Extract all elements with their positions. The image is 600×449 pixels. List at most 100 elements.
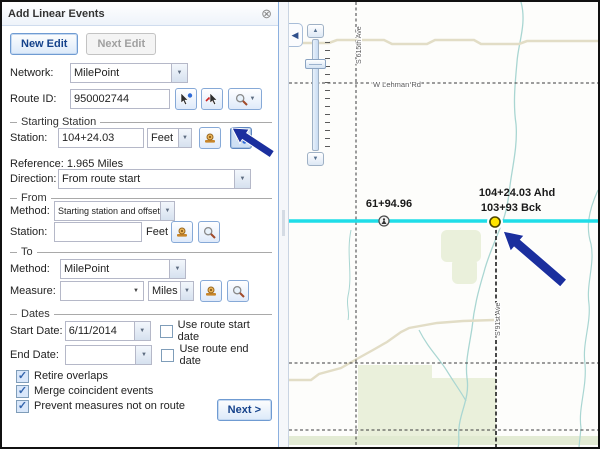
zoom-in-button[interactable]: ▲	[307, 24, 324, 38]
add-linear-events-panel: Add Linear Events ⊗ New Edit Next Edit N…	[2, 2, 279, 447]
start-date-row: Start Date: 6/11/2014 ▼ Use route start …	[10, 320, 272, 342]
section-title: Dates	[17, 308, 54, 320]
clear-route-selection-button[interactable]	[201, 88, 223, 110]
start-date-value: 6/11/2014	[66, 322, 134, 340]
from-search-button[interactable]	[198, 221, 220, 243]
panel-title: Add Linear Events	[8, 8, 261, 20]
select-route-on-map-button[interactable]	[175, 88, 197, 110]
zoom-slider: ▲ ▼	[305, 24, 333, 166]
zoom-out-button[interactable]: ▼	[307, 152, 324, 166]
use-route-end-date-label: Use route end date	[179, 343, 272, 367]
network-label: Network:	[10, 67, 70, 79]
panel-body: New Edit Next Edit Network: MilePoint ▼ …	[2, 27, 278, 447]
station-label-103-bck: 103+93 Bck	[481, 202, 542, 214]
vegetation-area-large	[358, 365, 496, 440]
measure-search-button[interactable]	[227, 280, 249, 302]
chevron-down-icon[interactable]: ▼	[180, 282, 193, 300]
select-station-on-map-button[interactable]	[230, 127, 252, 149]
direction-combobox[interactable]: From route start ▼	[58, 169, 251, 189]
panel-header[interactable]: Add Linear Events ⊗	[2, 2, 278, 26]
station-label-61: 61+94.96	[366, 198, 412, 210]
station-units-combobox[interactable]: Feet ▼	[147, 128, 192, 148]
chevron-down-icon: ▼	[250, 96, 256, 102]
measure-value	[61, 282, 143, 300]
measure-row: Measure: ▼ Miles ▼	[10, 280, 272, 302]
map-graphics: W Lehman Rd S 615th Ave S 91st Ave 61+94…	[289, 2, 598, 447]
station-tool-icon	[175, 225, 189, 239]
vegetation-area-mid	[441, 230, 481, 262]
cursor-clear-icon	[205, 92, 219, 106]
chevron-down-icon[interactable]: ▼	[178, 129, 191, 147]
next-edit-button[interactable]: Next Edit	[86, 33, 156, 55]
chevron-down-icon[interactable]: ▼	[160, 202, 174, 220]
measure-units-combobox[interactable]: Miles ▼	[148, 281, 194, 301]
vegetation-area-small	[452, 258, 477, 284]
station-label-104-ahd: 104+24.03 Ahd	[479, 187, 555, 199]
chevron-down-icon[interactable]: ▼	[169, 260, 185, 278]
zoom-slider-handle[interactable]	[305, 59, 326, 69]
from-locate-button[interactable]	[171, 221, 193, 243]
route-id-row: Route ID:	[10, 88, 272, 110]
from-method-combobox[interactable]: Starting station and offset ▼	[54, 201, 175, 221]
stream-left-small	[347, 230, 351, 320]
route-id-input[interactable]	[70, 89, 170, 109]
chevron-down-icon[interactable]: ▼	[134, 322, 150, 340]
chevron-down-icon[interactable]: ▼	[171, 64, 187, 82]
start-date-label: Start Date:	[10, 325, 65, 337]
from-station-row: Station: Feet	[10, 221, 272, 243]
edit-buttons-row: New Edit Next Edit	[10, 33, 272, 55]
station-tool-icon	[203, 131, 217, 145]
chevron-down-icon[interactable]: ▼	[135, 346, 151, 364]
splitter-grip[interactable]	[282, 210, 285, 236]
measure-combobox[interactable]: ▼	[60, 281, 144, 301]
search-icon	[235, 93, 248, 106]
station-label: Station:	[10, 132, 58, 144]
road-top-minor	[289, 40, 598, 44]
from-method-value: Starting station and offset	[55, 202, 160, 220]
application-window: Add Linear Events ⊗ New Edit Next Edit N…	[0, 0, 600, 449]
network-combobox[interactable]: MilePoint ▼	[70, 63, 188, 83]
zoom-slider-ticks	[324, 42, 330, 150]
chevron-down-icon[interactable]: ▼	[234, 170, 250, 188]
to-method-row: Method: MilePoint ▼	[10, 258, 272, 280]
section-to: To	[10, 246, 272, 258]
picked-station-marker[interactable]	[488, 215, 502, 229]
network-value: MilePoint	[71, 64, 171, 82]
new-edit-button[interactable]: New Edit	[10, 33, 78, 55]
zoom-slider-track[interactable]	[312, 39, 319, 151]
vegetation-strip-bottom	[289, 436, 598, 445]
from-station-input[interactable]	[54, 222, 142, 242]
road-label-w-lehman: W Lehman Rd	[373, 80, 421, 89]
reference-point-marker[interactable]	[379, 216, 389, 226]
end-date-field[interactable]: ▼	[65, 345, 152, 365]
station-units-value: Feet	[148, 129, 178, 147]
to-method-value: MilePoint	[61, 260, 169, 278]
station-input[interactable]	[58, 128, 144, 148]
use-route-start-date-label: Use route start date	[178, 319, 272, 343]
to-method-combobox[interactable]: MilePoint ▼	[60, 259, 186, 279]
search-icon	[232, 285, 245, 298]
map-canvas[interactable]: W Lehman Rd S 615th Ave S 91st Ave 61+94…	[289, 2, 598, 447]
road-label-s615th: S 615th Ave	[356, 26, 363, 64]
slider-up-icon: ▲	[313, 28, 319, 34]
close-icon[interactable]: ⊗	[261, 7, 272, 20]
panel-splitter[interactable]	[279, 2, 289, 447]
end-date-row: End Date: ▼ Use route end date	[10, 344, 272, 366]
callout-arrow-map	[496, 223, 570, 291]
route-id-label: Route ID:	[10, 93, 70, 105]
locate-station-button[interactable]	[199, 127, 221, 149]
cursor-point-icon	[234, 131, 248, 145]
measure-locate-button[interactable]	[200, 280, 222, 302]
next-button[interactable]: Next >	[217, 399, 272, 421]
route-search-split-button[interactable]: ▼	[228, 88, 262, 110]
chevron-down-icon[interactable]: ▼	[133, 288, 139, 294]
collapse-panel-tab[interactable]: ◀	[289, 23, 303, 47]
direction-value: From route start	[59, 170, 234, 188]
use-route-end-date-checkbox[interactable]	[161, 349, 174, 362]
cursor-select-icon	[179, 92, 193, 106]
stream-right	[579, 190, 598, 447]
start-date-field[interactable]: 6/11/2014 ▼	[65, 321, 151, 341]
from-method-row: Method: Starting station and offset ▼	[10, 200, 272, 222]
to-method-label: Method:	[10, 263, 60, 275]
use-route-start-date-checkbox[interactable]	[160, 325, 173, 338]
